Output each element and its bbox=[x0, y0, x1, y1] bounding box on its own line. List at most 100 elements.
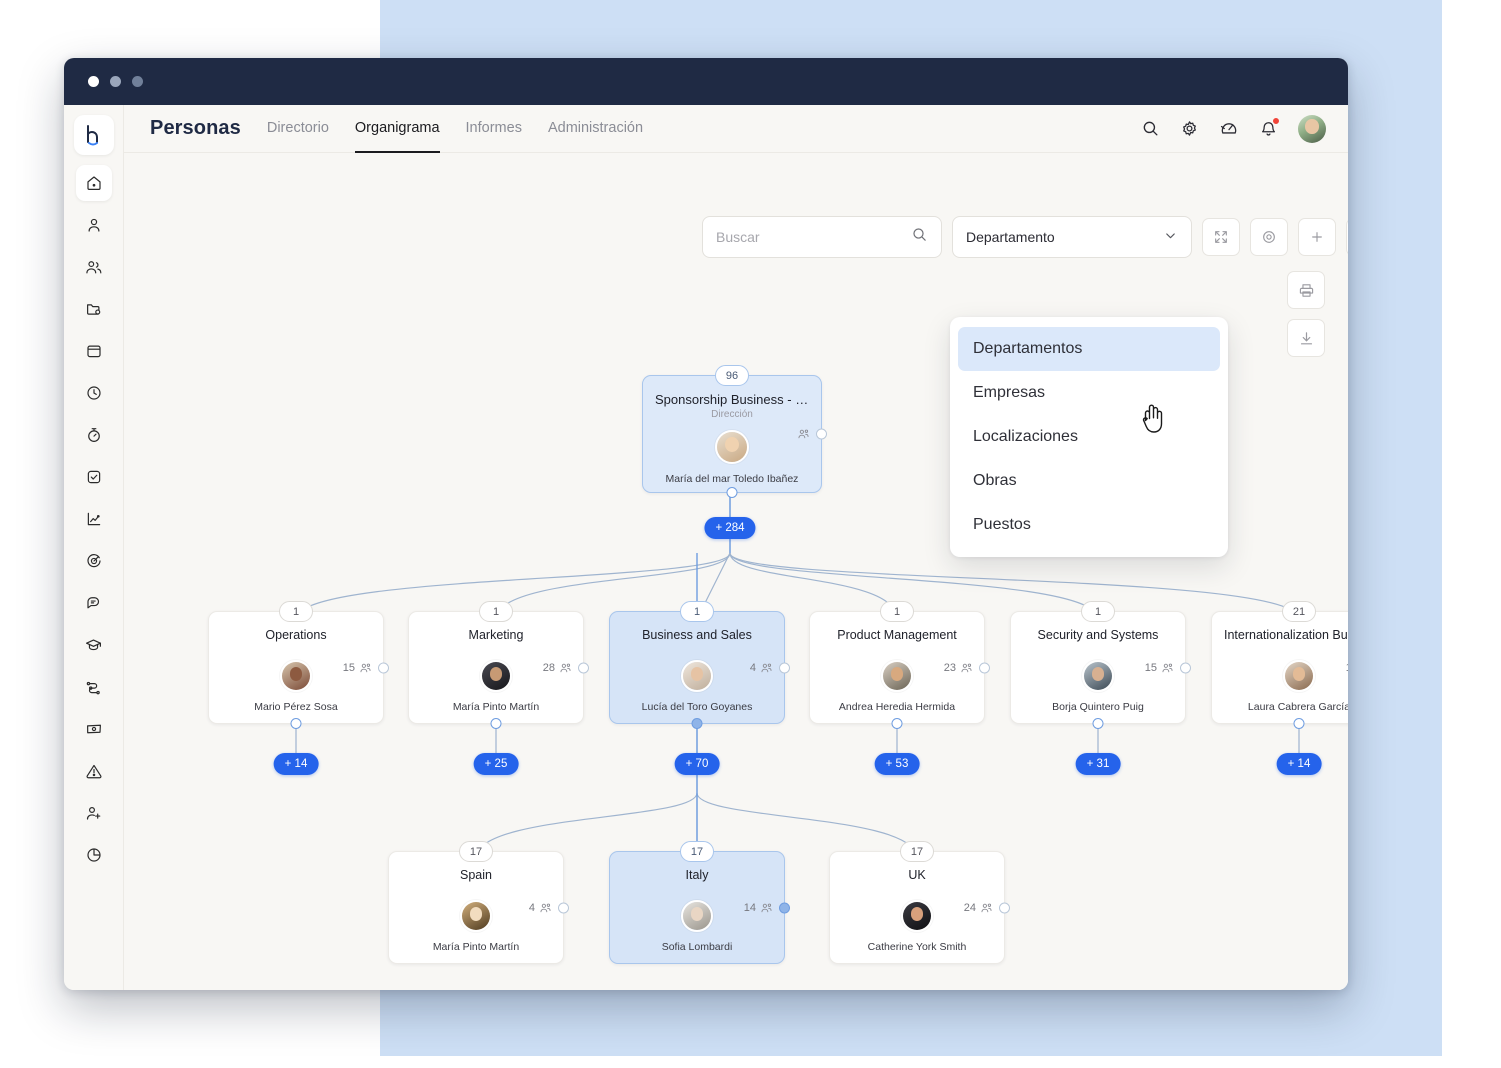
sidebar-item-payroll[interactable] bbox=[76, 711, 112, 747]
member-count-value: 24 bbox=[963, 901, 976, 914]
dropdown-item-localizaciones[interactable]: Localizaciones bbox=[958, 415, 1220, 459]
expand-badge-business-and-sales[interactable]: + 70 bbox=[674, 753, 720, 775]
node-bottom-port[interactable] bbox=[490, 718, 502, 729]
node-bottom-port[interactable] bbox=[1293, 718, 1305, 729]
node-count-badge: 17 bbox=[680, 841, 714, 862]
node-count-badge: 17 bbox=[900, 841, 934, 862]
sidebar-item-stopwatch[interactable] bbox=[76, 417, 112, 453]
gear-icon[interactable] bbox=[1180, 119, 1199, 138]
node-manager-name: Catherine York Smith bbox=[867, 941, 967, 953]
tab-directorio[interactable]: Directorio bbox=[267, 105, 329, 153]
member-count-value: 15 bbox=[1346, 662, 1348, 674]
expand-badge-marketing[interactable]: + 25 bbox=[473, 753, 519, 775]
speedometer-icon[interactable] bbox=[1219, 119, 1239, 138]
download-button[interactable] bbox=[1287, 319, 1325, 357]
expand-badge-product-management[interactable]: + 53 bbox=[874, 753, 920, 775]
node-right-port[interactable] bbox=[1180, 662, 1191, 673]
dropdown-item-obras[interactable]: Obras bbox=[958, 459, 1220, 503]
sidebar-item-learning[interactable] bbox=[76, 627, 112, 663]
node-bottom-port[interactable] bbox=[691, 718, 703, 729]
search-icon[interactable] bbox=[1141, 119, 1160, 138]
node-subtitle: Dirección bbox=[711, 409, 753, 420]
search-icon[interactable] bbox=[911, 226, 928, 248]
sidebar-item-tasks[interactable] bbox=[76, 459, 112, 495]
notification-badge bbox=[1272, 117, 1280, 125]
search-input[interactable] bbox=[716, 229, 911, 245]
sidebar-item-home[interactable] bbox=[75, 165, 112, 201]
org-node-product-management[interactable]: 1 Product Management Andrea Heredia Herm… bbox=[809, 601, 990, 729]
zoom-in-button[interactable] bbox=[1298, 218, 1336, 256]
sidebar-item-person[interactable] bbox=[76, 207, 112, 243]
node-bottom-port[interactable] bbox=[891, 718, 903, 729]
node-bottom-port[interactable] bbox=[290, 718, 302, 729]
sidebar-item-goals[interactable] bbox=[76, 543, 112, 579]
dropdown-item-departamentos[interactable]: Departamentos bbox=[958, 327, 1220, 371]
node-bottom-port[interactable] bbox=[726, 487, 738, 498]
zoom-out-button[interactable] bbox=[1346, 218, 1348, 256]
org-node-marketing[interactable]: 1 Marketing María Pinto Martín 28 bbox=[408, 601, 589, 729]
sidebar-item-reports[interactable] bbox=[76, 837, 112, 873]
tab-organigrama[interactable]: Organigrama bbox=[354, 105, 440, 153]
node-right-port[interactable] bbox=[816, 428, 827, 440]
grouping-select[interactable]: Departamento bbox=[952, 216, 1192, 258]
app-window: Personas Directorio Organigrama Informes… bbox=[64, 58, 1348, 990]
window-close-dot[interactable] bbox=[88, 76, 99, 87]
bell-icon[interactable] bbox=[1259, 117, 1280, 138]
sidebar-item-people[interactable] bbox=[76, 249, 112, 285]
node-title: Business and Sales bbox=[642, 628, 752, 642]
user-avatar[interactable] bbox=[1298, 114, 1326, 143]
node-count-badge: 1 bbox=[880, 601, 914, 622]
member-count-value: 28 bbox=[542, 661, 555, 674]
org-node-security-and-systems[interactable]: 1 Security and Systems Borja Quintero Pu… bbox=[1010, 601, 1191, 729]
sidebar-item-analytics[interactable] bbox=[76, 501, 112, 537]
sidebar-item-calendar[interactable] bbox=[76, 333, 112, 369]
node-count-badge: 17 bbox=[459, 841, 493, 862]
chevron-down-icon[interactable] bbox=[1163, 228, 1178, 246]
org-node-operations[interactable]: 1 Operations Mario Pérez Sosa 15 bbox=[208, 601, 389, 729]
sidebar-item-workflow[interactable] bbox=[76, 669, 112, 705]
node-bottom-port[interactable] bbox=[1092, 718, 1104, 729]
expand-badge-internationalization[interactable]: + 14 bbox=[1276, 753, 1322, 775]
node-avatar bbox=[1082, 660, 1114, 692]
expand-all-button[interactable] bbox=[1202, 218, 1240, 256]
node-title: UK bbox=[908, 868, 926, 882]
org-node-internationalization[interactable]: 21 Internationalization Business St... L… bbox=[1211, 601, 1348, 729]
node-right-port[interactable] bbox=[979, 662, 990, 673]
node-right-port[interactable] bbox=[999, 902, 1010, 913]
org-node-spain[interactable]: 17 Spain María Pinto Martín 4 bbox=[388, 841, 569, 964]
node-right-port[interactable] bbox=[558, 902, 569, 913]
print-button[interactable] bbox=[1287, 271, 1325, 309]
tab-informes[interactable]: Informes bbox=[466, 105, 522, 153]
node-right-port[interactable] bbox=[779, 902, 790, 913]
sidebar-item-chat[interactable] bbox=[76, 585, 112, 621]
sidebar-item-hiring[interactable] bbox=[76, 795, 112, 831]
dropdown-item-puestos[interactable]: Puestos bbox=[958, 503, 1220, 547]
sidebar-item-clock[interactable] bbox=[76, 375, 112, 411]
node-manager-name: Mario Pérez Sosa bbox=[254, 701, 338, 713]
org-node-business-and-sales[interactable]: 1 Business and Sales Lucía del Toro Goya… bbox=[609, 601, 790, 729]
node-avatar bbox=[715, 430, 749, 464]
node-manager-name: María Pinto Martín bbox=[432, 941, 520, 953]
expand-badge-root[interactable]: + 284 bbox=[704, 517, 756, 539]
org-node-root[interactable]: 96 Sponsorship Business - Operati... Dir… bbox=[642, 365, 827, 498]
app-logo[interactable] bbox=[73, 115, 114, 155]
org-node-uk[interactable]: 17 UK Catherine York Smith 24 bbox=[829, 841, 1010, 964]
expand-badge-operations[interactable]: + 14 bbox=[273, 753, 319, 775]
tab-administracion[interactable]: Administración bbox=[548, 105, 643, 153]
search-field-wrapper[interactable] bbox=[702, 216, 942, 258]
grouping-dropdown-menu[interactable]: Departamentos Empresas Localizaciones Ob… bbox=[950, 317, 1228, 557]
org-node-italy[interactable]: 17 Italy Sofia Lombardi 14 bbox=[609, 841, 790, 964]
expand-badge-security-and-systems[interactable]: + 31 bbox=[1075, 753, 1121, 775]
sidebar-item-folder[interactable] bbox=[76, 291, 112, 327]
dropdown-item-empresas[interactable]: Empresas bbox=[958, 371, 1220, 415]
window-minimize-dot[interactable] bbox=[110, 76, 121, 87]
screenshot-stage: Personas Directorio Organigrama Informes… bbox=[0, 0, 1501, 1068]
window-maximize-dot[interactable] bbox=[132, 76, 143, 87]
node-right-port[interactable] bbox=[378, 662, 389, 673]
node-right-port[interactable] bbox=[578, 662, 589, 673]
node-avatar bbox=[881, 660, 913, 692]
sidebar-item-alerts[interactable] bbox=[76, 753, 112, 789]
org-chart-canvas[interactable]: 96 Sponsorship Business - Operati... Dir… bbox=[124, 153, 1348, 990]
node-right-port[interactable] bbox=[779, 662, 790, 673]
center-view-button[interactable] bbox=[1250, 218, 1288, 256]
